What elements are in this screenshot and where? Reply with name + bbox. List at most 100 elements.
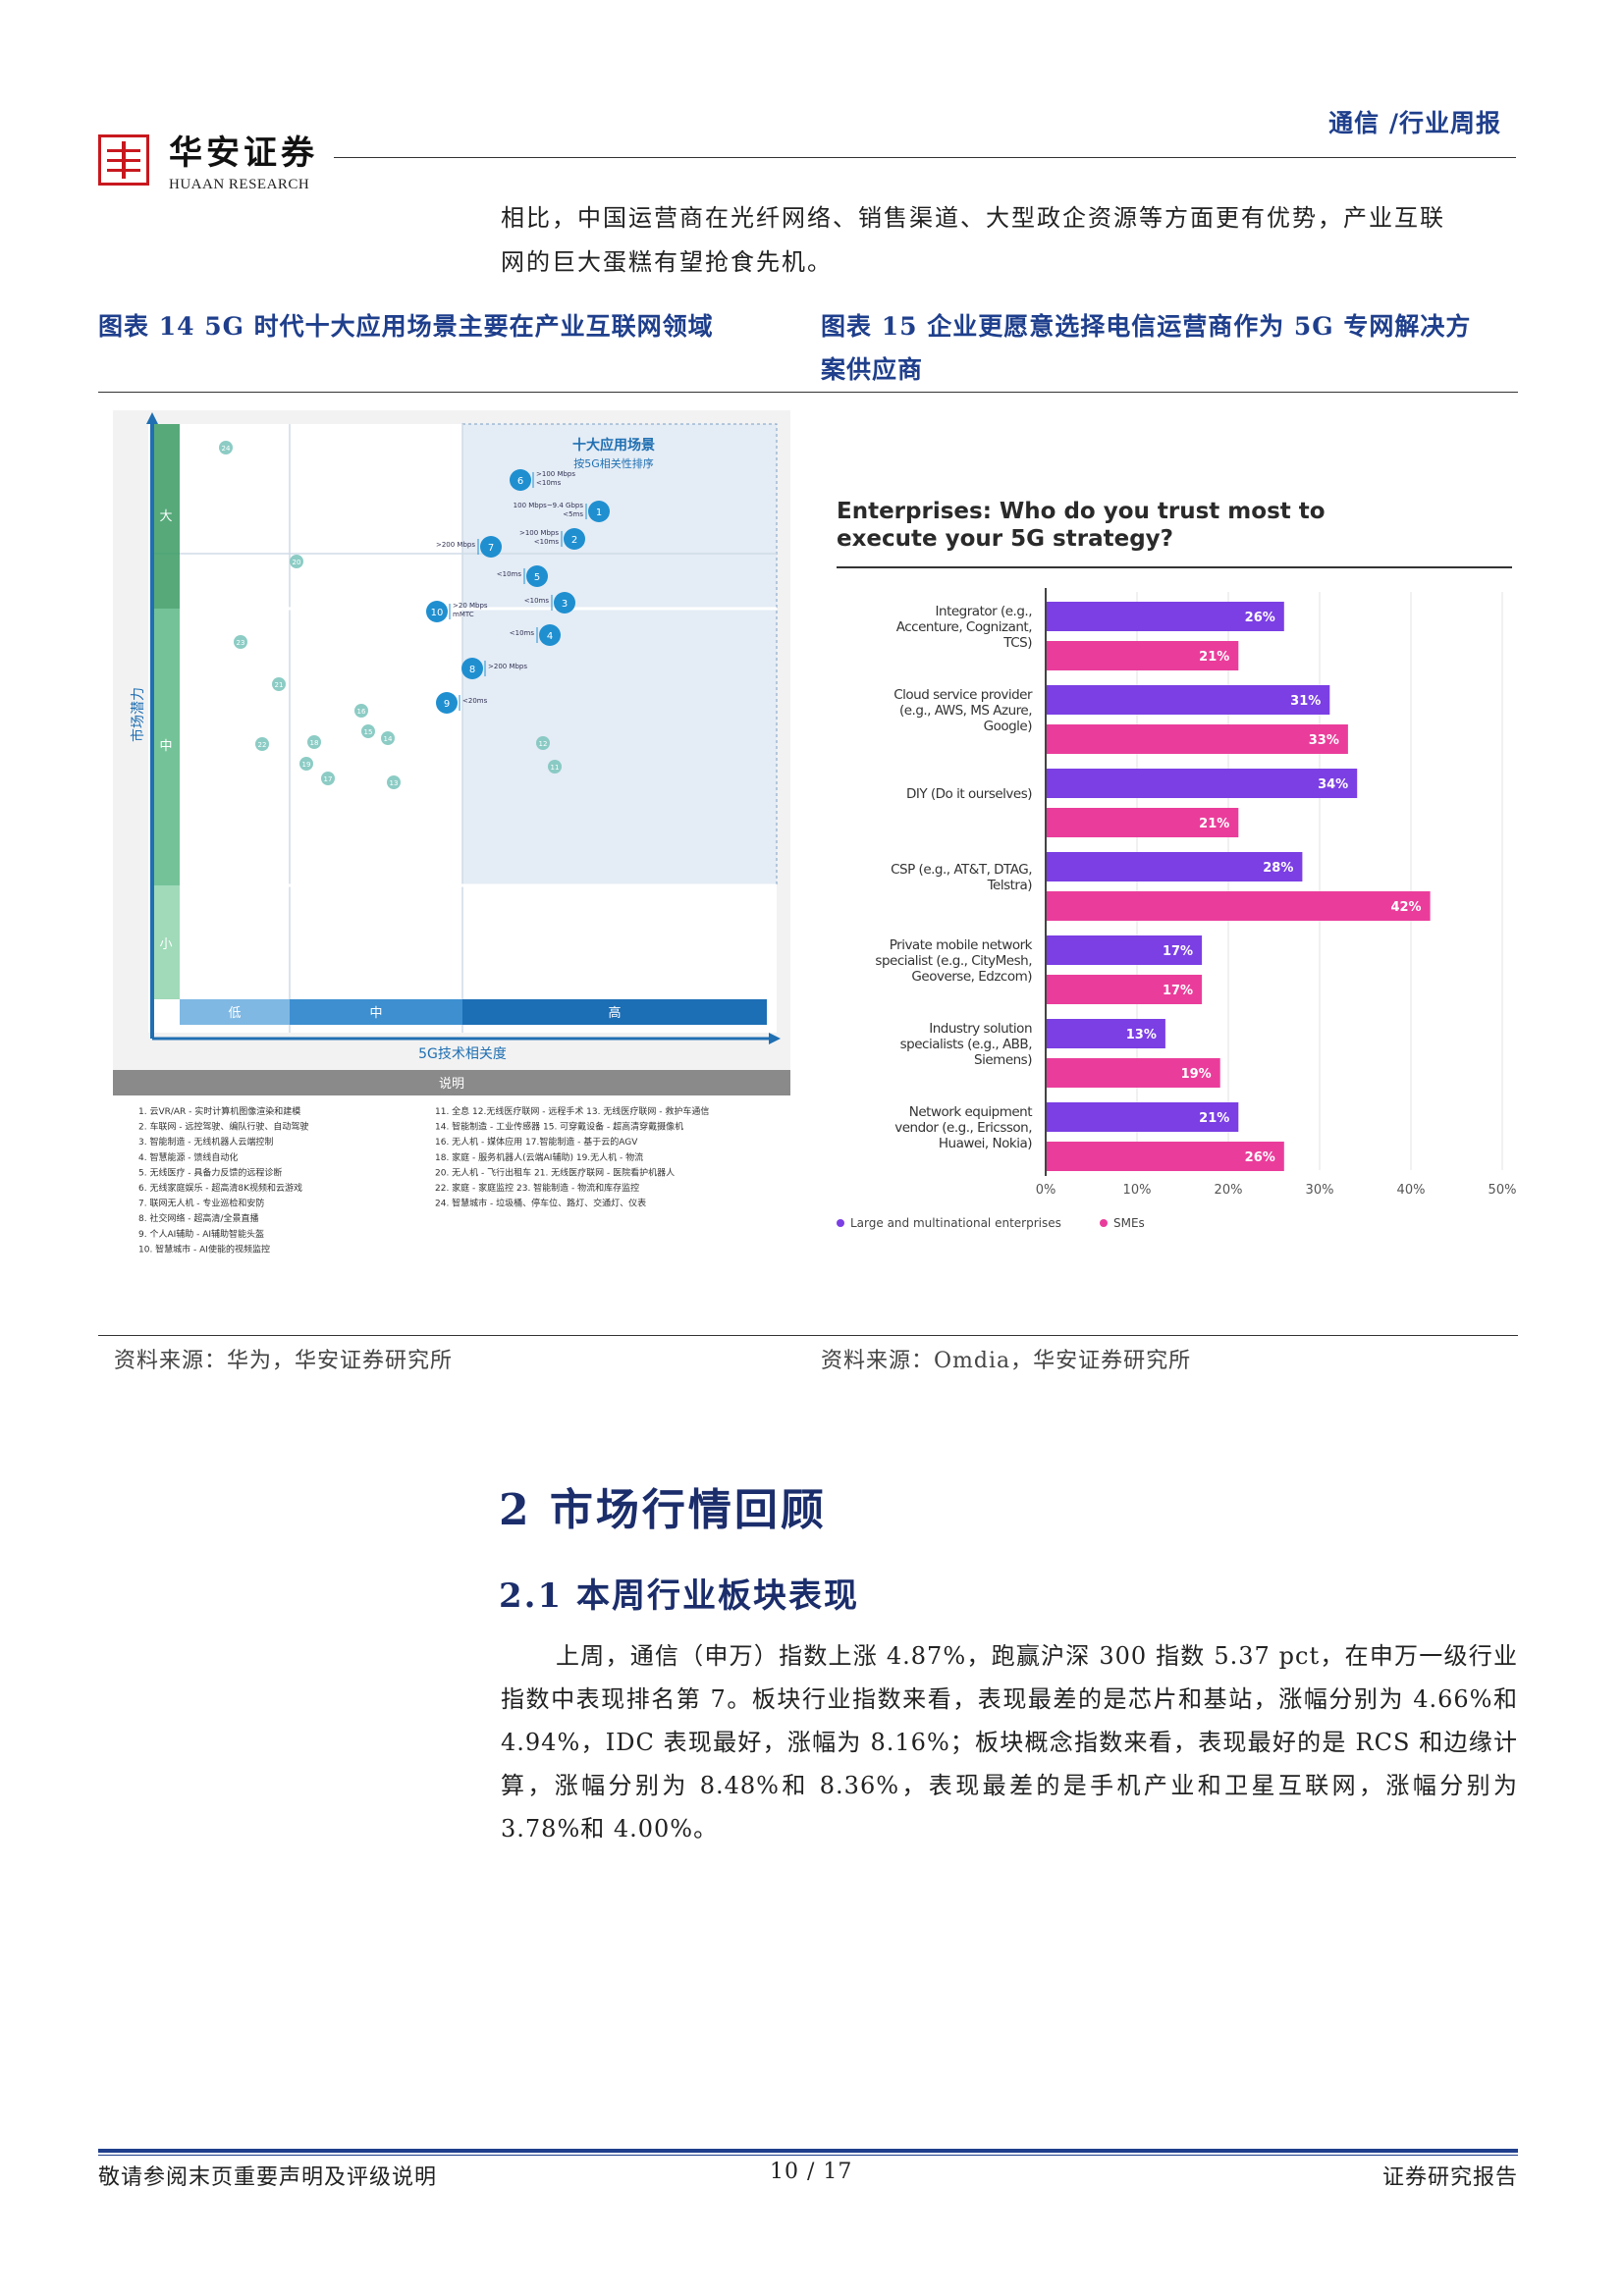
figure-14-title: 图表 14 5G 时代十大应用场景主要在产业互联网领域 xyxy=(98,312,714,341)
svg-text:9: 9 xyxy=(444,699,450,710)
x-axis-title: 5G技术相关度 xyxy=(418,1046,507,1062)
legend-item: 24. 智慧城市 - 垃圾桶、停车位、路灯、交通灯、仪表 xyxy=(435,1198,646,1209)
x-tick-label: 10% xyxy=(1123,1183,1152,1198)
footer-report-type: 证券研究报告 xyxy=(1381,2165,1518,2190)
svg-text:13: 13 xyxy=(390,779,399,787)
bar-value-label: 26% xyxy=(1245,611,1275,625)
company-logo-text: 华安证券 xyxy=(169,133,318,173)
legend-item: 3. 智能制造 - 无线机器人云端控制 xyxy=(138,1136,273,1148)
svg-text:21: 21 xyxy=(275,681,284,689)
y-level-mid: 中 xyxy=(159,739,172,754)
legend-item: 6. 无线家庭娱乐 - 超高清8K视频和云游戏 xyxy=(138,1182,302,1194)
bar-1-1 xyxy=(1047,724,1348,754)
x-level-high: 高 xyxy=(608,1005,621,1021)
x-tick-label: 30% xyxy=(1306,1183,1334,1198)
figure-bottom-rule xyxy=(98,1335,1518,1336)
svg-text:>20 Mbps: >20 Mbps xyxy=(453,602,488,610)
bar-value-label: 21% xyxy=(1199,650,1229,665)
x-tick-label: 0% xyxy=(1036,1183,1056,1198)
svg-text:<10ms: <10ms xyxy=(524,597,550,605)
focus-region xyxy=(461,423,778,886)
figure-15-title-line-2: 案供应商 xyxy=(821,355,924,384)
minor-bubble-14: 14 xyxy=(381,731,395,745)
svg-text:2: 2 xyxy=(571,535,577,546)
svg-text:7: 7 xyxy=(488,543,494,554)
svg-text:<10ms: <10ms xyxy=(536,479,562,487)
svg-text:>200 Mbps: >200 Mbps xyxy=(488,663,527,670)
svg-text:6: 6 xyxy=(517,476,523,487)
svg-text:<10ms: <10ms xyxy=(534,538,560,546)
legend-item: 14. 智能制造 - 工业传感器 15. 可穿戴设备 - 超高清穿戴摄像机 xyxy=(435,1121,683,1133)
minor-bubble-12: 12 xyxy=(536,736,550,750)
x-level-mid: 中 xyxy=(369,1006,382,1021)
svg-text:24: 24 xyxy=(222,445,231,453)
minor-bubble-11: 11 xyxy=(548,760,562,774)
y-level-high: 大 xyxy=(159,509,172,524)
figure-top-rule xyxy=(98,392,1518,393)
legend-label: SMEs xyxy=(1113,1216,1145,1230)
category-label: Huawei, Nokia) xyxy=(939,1136,1032,1151)
bar-value-label: 28% xyxy=(1263,861,1293,876)
page-number: 10 / 17 xyxy=(770,2160,853,2184)
category-label: vendor (e.g., Ericsson, xyxy=(894,1120,1032,1136)
footer-disclaimer: 敬请参阅末页重要声明及评级说明 xyxy=(98,2165,438,2190)
legend-item: 16. 无人机 - 媒体应用 17.智能制造 - 基于云的AGV xyxy=(435,1136,638,1148)
bar-value-label: 42% xyxy=(1390,900,1421,915)
bar-value-label: 19% xyxy=(1181,1067,1212,1082)
bar-0-2 xyxy=(1047,769,1358,798)
company-logo-icon xyxy=(98,134,149,186)
header-divider xyxy=(334,157,1516,158)
chart-title-line-2: execute your 5G strategy? xyxy=(837,526,1173,552)
category-label: Cloud service provider xyxy=(893,687,1033,703)
legend-item: 5. 无线医疗 - 具备力反馈的远程诊断 xyxy=(138,1166,282,1178)
bar-value-label: 26% xyxy=(1245,1150,1275,1165)
svg-text:22: 22 xyxy=(258,741,267,749)
svg-text:1: 1 xyxy=(596,507,602,518)
bar-value-label: 17% xyxy=(1163,984,1193,998)
category-label: DIY (Do it ourselves) xyxy=(906,786,1032,802)
bar-value-label: 31% xyxy=(1290,694,1321,709)
category-label: Geoverse, Edzcom) xyxy=(911,969,1032,985)
category-label: Integrator (e.g., xyxy=(936,604,1032,619)
minor-bubble-15: 15 xyxy=(361,724,375,738)
minor-bubble-20: 20 xyxy=(290,555,303,568)
legend-item: 4. 智慧能源 - 馈线自动化 xyxy=(138,1151,238,1163)
minor-bubble-13: 13 xyxy=(387,775,401,789)
category-label: Accenture, Cognizant, xyxy=(896,619,1032,635)
legend-label: Large and multinational enterprises xyxy=(850,1216,1061,1230)
category-label: Siemens) xyxy=(974,1052,1032,1068)
bar-value-label: 21% xyxy=(1199,817,1229,831)
minor-bubble-18: 18 xyxy=(307,735,321,749)
y-level-low: 小 xyxy=(159,937,172,952)
legend-item: 11. 全息 12.无线医疗联网 - 远程手术 13. 无线医疗联网 - 救护车… xyxy=(435,1105,709,1117)
legend-item: 10. 智慧城市 - AI使能的视频监控 xyxy=(138,1243,270,1255)
figure-15-source: 资料来源：Omdia，华安证券研究所 xyxy=(821,1349,1192,1373)
chart-title-line-1: Enterprises: Who do you trust most to xyxy=(837,499,1326,524)
category-label: Network equipment xyxy=(909,1104,1032,1120)
matrix-box-subtitle: 按5G相关性排序 xyxy=(573,456,654,470)
category-label: specialist (e.g., CityMesh, xyxy=(875,953,1032,969)
svg-text:<5ms: <5ms xyxy=(563,510,583,518)
svg-text:8: 8 xyxy=(469,665,475,675)
svg-text:14: 14 xyxy=(384,735,393,743)
svg-text:3: 3 xyxy=(562,599,568,610)
minor-bubble-19: 19 xyxy=(299,757,313,771)
subsection-heading: 2.1 本周行业板块表现 xyxy=(499,1576,859,1616)
figure-15-title-line-1: 图表 15 企业更愿意选择电信运营商作为 5G 专网解决方 xyxy=(821,312,1472,341)
category-label: Private mobile network xyxy=(890,937,1033,953)
figure-14-source: 资料来源：华为，华安证券研究所 xyxy=(114,1349,454,1373)
bar-1-3 xyxy=(1047,891,1431,921)
x-tick-label: 40% xyxy=(1397,1183,1426,1198)
footer-rule-thin xyxy=(98,2155,1518,2156)
svg-text:<10ms: <10ms xyxy=(510,629,535,637)
bar-0-1 xyxy=(1047,685,1330,715)
section-heading: 2 市场行情回顾 xyxy=(499,1485,827,1535)
svg-text:18: 18 xyxy=(310,739,319,747)
legend-item: 20. 无人机 - 飞行出租车 21. 无线医疗联网 - 医院看护机器人 xyxy=(435,1166,675,1178)
x-level-low: 低 xyxy=(228,1006,241,1021)
minor-bubble-23: 23 xyxy=(234,635,247,649)
x-tick-label: 50% xyxy=(1489,1183,1516,1198)
minor-bubble-24: 24 xyxy=(219,441,233,454)
bar-value-label: 34% xyxy=(1318,777,1348,792)
figure-15-image: Enterprises: Who do you trust most to ex… xyxy=(815,410,1516,1313)
